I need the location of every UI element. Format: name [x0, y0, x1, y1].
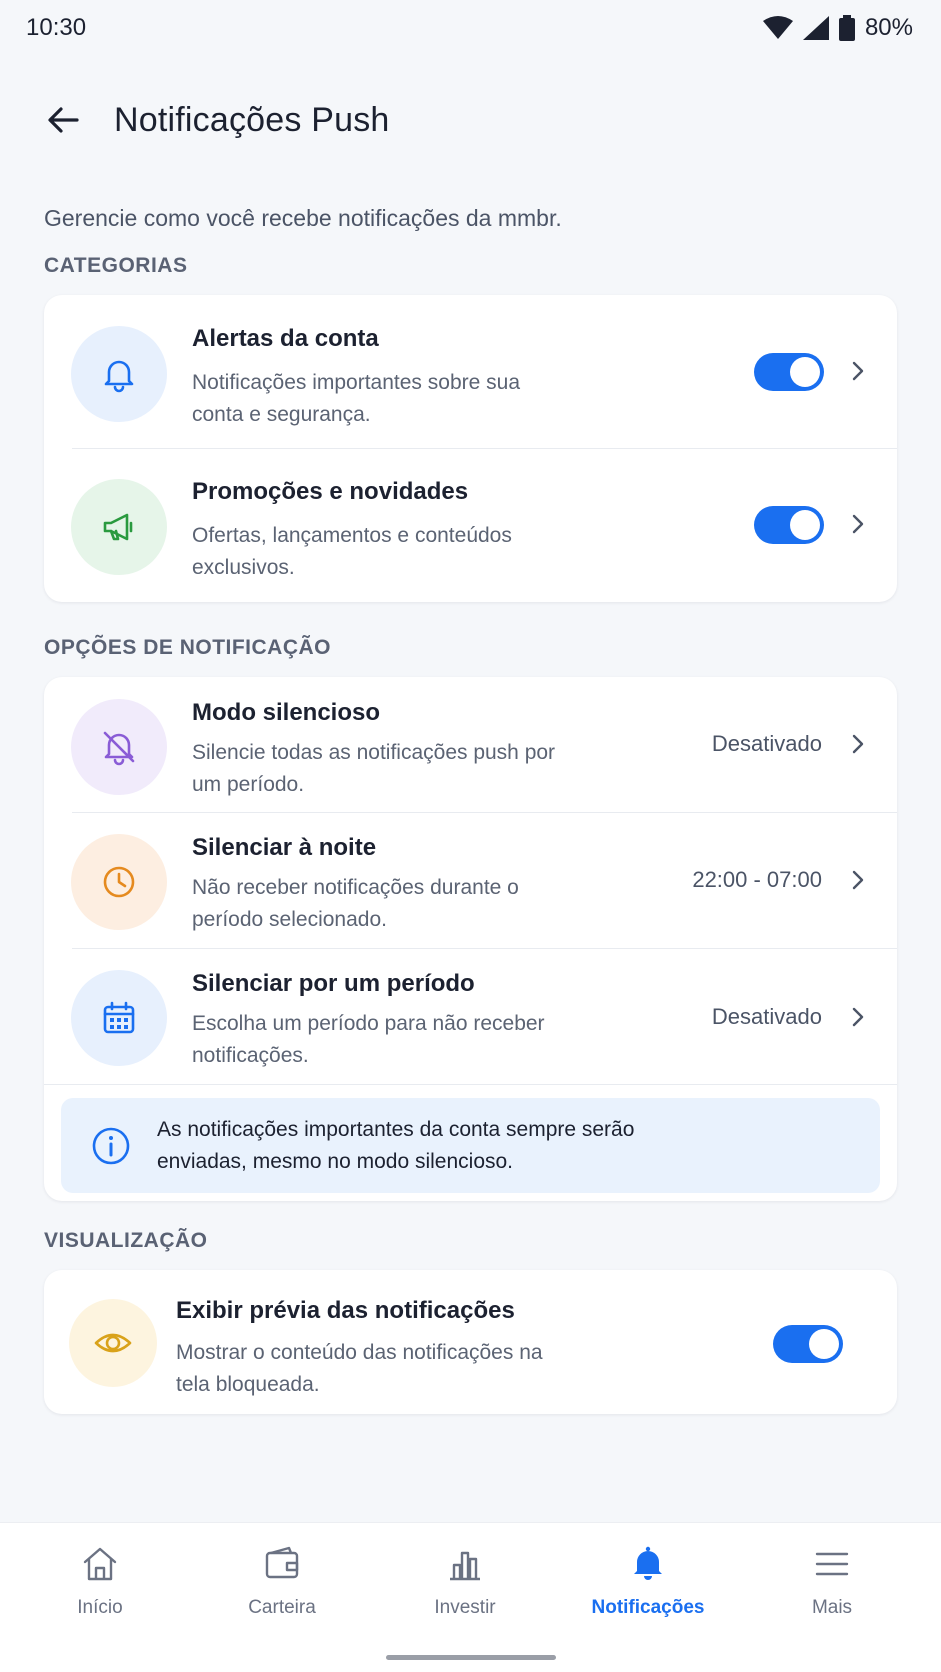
nav-item-wallet[interactable]: Carteira	[202, 1523, 362, 1643]
nav-item-home[interactable]: Início	[20, 1523, 180, 1643]
option-subtitle: Silencie todas as notificações push por …	[192, 741, 556, 796]
chevron-right-icon	[852, 870, 864, 890]
chevron-right-icon	[852, 734, 864, 754]
wallet-icon	[265, 1546, 299, 1579]
nav-item-invest[interactable]: Investir	[385, 1523, 545, 1643]
option-subtitle: Escolha um período para não receber noti…	[192, 1012, 545, 1067]
category-row-account-alerts[interactable]: Alertas da conta Notificações importante…	[44, 295, 897, 448]
account-alerts-toggle[interactable]	[754, 353, 824, 391]
calendar-icon	[71, 970, 167, 1066]
category-subtitle: Ofertas, lançamentos e conteúdos exclusi…	[192, 524, 512, 579]
option-title: Silenciar por um período	[192, 970, 475, 997]
nav-label: Notificações	[591, 1597, 705, 1618]
chevron-right-icon	[852, 1007, 864, 1027]
bar-chart-icon	[450, 1551, 480, 1581]
wifi-icon	[762, 16, 793, 39]
page-description: Gerencie como você recebe notificações d…	[44, 205, 562, 231]
nav-item-notifications[interactable]: Notificações	[568, 1523, 728, 1643]
top-app-bar: Notificações Push	[0, 80, 941, 160]
nav-label: Carteira	[248, 1597, 316, 1618]
option-value: 22:00 - 07:00	[692, 867, 822, 892]
back-button[interactable]	[33, 90, 93, 150]
info-icon	[92, 1127, 130, 1164]
category-row-promotions[interactable]: Promoções e novidades Ofertas, lançament…	[44, 448, 897, 602]
option-row-silent-mode[interactable]: Modo silencioso Silencie todas as notifi…	[44, 677, 897, 812]
bell-icon	[634, 1546, 662, 1580]
page-title: Notificações Push	[114, 100, 390, 139]
section-label-options: OPÇÕES DE NOTIFICAÇÃO	[44, 636, 332, 659]
notification-options-card: Modo silencioso Silencie todas as notifi…	[44, 677, 897, 1201]
status-icons: 80%	[762, 14, 913, 42]
battery-icon	[838, 15, 855, 41]
view-card: Exibir prévia das notificações Mostrar o…	[44, 1270, 897, 1414]
status-time: 10:30	[26, 14, 87, 41]
view-row-preview[interactable]: Exibir prévia das notificações Mostrar o…	[44, 1270, 897, 1414]
category-title: Alertas da conta	[192, 325, 379, 352]
section-label-view: VISUALIZAÇÃO	[44, 1229, 208, 1252]
clock-icon	[71, 834, 167, 930]
home-icon	[83, 1547, 117, 1581]
home-indicator	[386, 1655, 556, 1660]
nav-label: Início	[77, 1597, 123, 1618]
bell-off-icon	[71, 699, 167, 795]
view-subtitle: Mostrar o conteúdo das notificações na t…	[176, 1341, 543, 1396]
option-title: Modo silencioso	[192, 699, 381, 726]
megaphone-icon	[71, 479, 167, 575]
eye-icon	[69, 1299, 157, 1387]
bell-icon	[71, 326, 167, 422]
category-subtitle: Notificações importantes sobre sua conta…	[192, 371, 520, 426]
option-subtitle: Não receber notificações durante o perío…	[192, 876, 519, 931]
option-value: Desativado	[711, 731, 822, 756]
view-title: Exibir prévia das notificações	[176, 1297, 515, 1324]
option-row-silence-at-night[interactable]: Silenciar à noite Não receber notificaçõ…	[44, 812, 897, 948]
option-value: Desativado	[711, 1004, 822, 1029]
option-row-silence-period[interactable]: Silenciar por um período Escolha um perí…	[44, 948, 897, 1084]
preview-toggle[interactable]	[773, 1325, 843, 1363]
arrow-left-icon	[48, 107, 79, 133]
menu-icon	[815, 1552, 849, 1576]
categories-card: Alertas da conta Notificações importante…	[44, 295, 897, 602]
info-banner: As notificações importantes da conta sem…	[61, 1098, 880, 1193]
info-text: As notificações importantes da conta sem…	[157, 1117, 635, 1173]
battery-percent: 80%	[864, 14, 913, 41]
section-label-categories: CATEGORIAS	[44, 254, 188, 277]
signal-icon	[802, 16, 829, 40]
bottom-navigation: Início Carteira Investir Notificações Ma…	[0, 1522, 941, 1672]
nav-label: Mais	[811, 1597, 853, 1618]
nav-label: Investir	[434, 1597, 496, 1618]
option-title: Silenciar à noite	[192, 834, 377, 861]
chevron-right-icon	[852, 361, 864, 381]
nav-item-more[interactable]: Mais	[752, 1523, 912, 1643]
promotions-toggle[interactable]	[754, 506, 824, 544]
category-title: Promoções e novidades	[192, 478, 469, 505]
status-bar: 10:30 80%	[0, 0, 941, 56]
chevron-right-icon	[852, 514, 864, 534]
